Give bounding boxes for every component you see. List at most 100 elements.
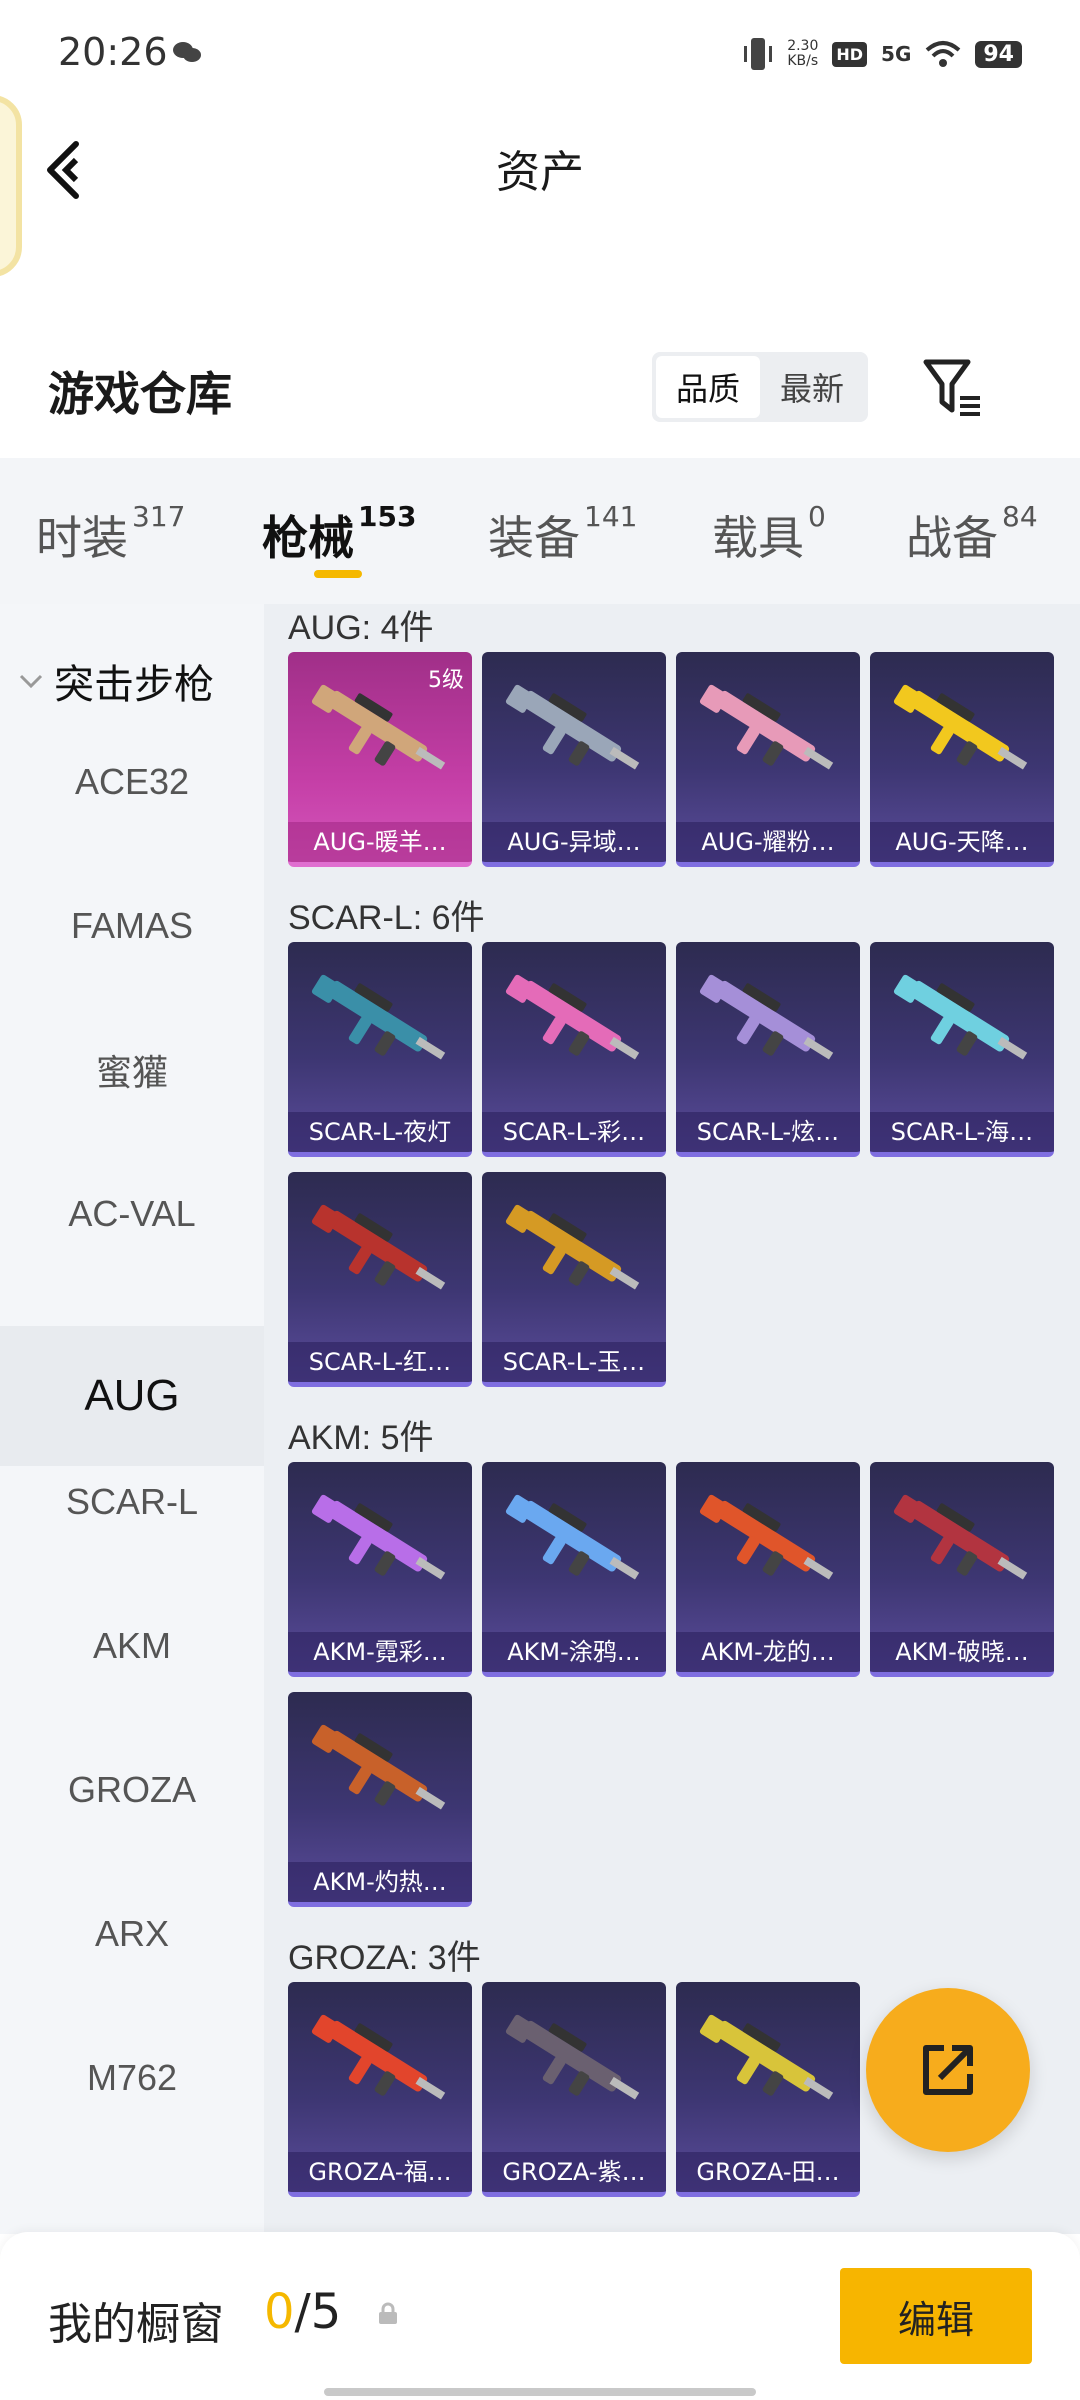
sidebar-item-akm[interactable]: AKM — [0, 1574, 264, 1718]
category-tabs: 时装 317 枪械 153 装备 141 载具 0 战备 84 — [0, 458, 1080, 604]
weapon-image — [699, 1494, 834, 1580]
sidebar-item-famas[interactable]: FAMAS — [0, 854, 264, 998]
wechat-icon — [173, 42, 201, 62]
weapon-card[interactable]: AUG-异域… — [482, 652, 666, 867]
share-button[interactable] — [866, 1988, 1030, 2152]
section-title: SCAR-L: 6件 — [288, 899, 485, 937]
weapon-name: SCAR-L-海… — [870, 1112, 1054, 1152]
status-icons: 2.30 KB/s HD 5G 94 — [743, 34, 1022, 74]
weapon-image — [505, 2014, 640, 2100]
lock-icon — [379, 2302, 397, 2324]
sort-newest[interactable]: 最新 — [760, 356, 864, 418]
tab-weapons[interactable]: 枪械 153 — [262, 500, 416, 568]
weapon-image — [505, 1204, 640, 1290]
status-bar: 20:26 2.30 KB/s HD 5G 94 — [0, 0, 1080, 110]
weapon-card[interactable]: SCAR-L-彩… — [482, 942, 666, 1157]
chevron-down-icon — [19, 674, 43, 689]
weapon-image — [699, 684, 834, 770]
status-time: 20:26 — [58, 30, 168, 74]
weapon-name: AKM-破晓… — [870, 1632, 1054, 1672]
page-title: 资产 — [496, 147, 584, 198]
weapon-name: SCAR-L-夜灯 — [288, 1112, 472, 1152]
vibrate-icon — [744, 38, 773, 70]
hd-badge: HD — [832, 41, 868, 67]
sidebar-item-m762[interactable]: M762 — [0, 2006, 264, 2150]
weapon-card[interactable]: GROZA-福… — [288, 1982, 472, 2197]
sort-toggle: 品质 最新 — [652, 352, 868, 422]
section-title: GROZA: 3件 — [288, 1939, 481, 1977]
battery-icon: 94 — [975, 40, 1022, 68]
section-title: AUG: 4件 — [288, 609, 434, 647]
weapon-name: AKM-龙的… — [676, 1632, 860, 1672]
showcase-bar: 我的橱窗 0/5 编辑 — [0, 2232, 1080, 2400]
weapon-card[interactable]: AKM-涂鸦… — [482, 1462, 666, 1677]
signal-5g: 5G — [881, 42, 912, 66]
weapon-card[interactable]: AKM-霓彩… — [288, 1462, 472, 1677]
weapon-name: AUG-暖羊… — [288, 822, 472, 862]
sidebar-item-honey-badger[interactable]: 蜜獾 — [0, 998, 264, 1142]
sort-quality[interactable]: 品质 — [656, 356, 760, 418]
weapon-card[interactable]: SCAR-L-夜灯 — [288, 942, 472, 1157]
tab-fashion[interactable]: 时装 317 — [36, 500, 185, 568]
weapon-card[interactable]: 5级 AUG-暖羊… — [288, 652, 472, 867]
weapon-name: SCAR-L-红… — [288, 1342, 472, 1382]
level-badge: 5级 — [428, 668, 464, 693]
weapon-image — [311, 1494, 446, 1580]
weapon-name: SCAR-L-炫… — [676, 1112, 860, 1152]
weapon-card[interactable]: SCAR-L-炫… — [676, 942, 860, 1157]
sidebar-item-ace32[interactable]: ACE32 — [0, 710, 264, 854]
weapon-card[interactable]: AKM-破晓… — [870, 1462, 1054, 1677]
weapon-image — [505, 1494, 640, 1580]
weapon-name: AUG-异域… — [482, 822, 666, 862]
edit-button[interactable]: 编辑 — [840, 2268, 1032, 2364]
weapon-name: GROZA-紫… — [482, 2152, 666, 2192]
sidebar-item-arx[interactable]: ARX — [0, 1862, 264, 2006]
weapon-image — [893, 1494, 1028, 1580]
weapon-name: AUG-耀粉… — [676, 822, 860, 862]
weapon-card[interactable]: SCAR-L-海… — [870, 942, 1054, 1157]
weapon-name: AKM-霓彩… — [288, 1632, 472, 1672]
weapon-name: AKM-涂鸦… — [482, 1632, 666, 1672]
sidebar-item-scar-l[interactable]: SCAR-L — [0, 1430, 264, 1574]
tab-equipment[interactable]: 装备 141 — [488, 500, 637, 568]
weapon-name: GROZA-田… — [676, 2152, 860, 2192]
sidebar-item-ac-val[interactable]: AC-VAL — [0, 1142, 264, 1286]
warehouse-title: 游戏仓库 — [48, 367, 232, 421]
tab-underline — [314, 570, 362, 578]
weapon-image — [699, 974, 834, 1060]
weapon-card[interactable]: SCAR-L-玉… — [482, 1172, 666, 1387]
weapon-image — [311, 1204, 446, 1290]
weapon-name: AUG-天降… — [870, 822, 1054, 862]
weapon-image — [893, 974, 1028, 1060]
wifi-icon — [926, 41, 961, 67]
weapon-image — [893, 684, 1028, 770]
weapon-name: GROZA-福… — [288, 2152, 472, 2192]
share-icon — [923, 2045, 973, 2095]
weapon-name: SCAR-L-玉… — [482, 1342, 666, 1382]
weapon-name: AKM-灼热… — [288, 1862, 472, 1902]
weapon-card[interactable]: AUG-耀粉… — [676, 652, 860, 867]
weapon-image — [505, 684, 640, 770]
weapon-image — [699, 2014, 834, 2100]
weapon-image — [311, 974, 446, 1060]
weapon-card[interactable]: SCAR-L-红… — [288, 1172, 472, 1387]
sidebar-group-assault-rifles[interactable]: 突击步枪 — [18, 652, 214, 710]
weapon-card[interactable]: AUG-天降… — [870, 652, 1054, 867]
weapon-image — [311, 2014, 446, 2100]
weapon-card[interactable]: GROZA-田… — [676, 1982, 860, 2197]
filter-icon[interactable] — [918, 352, 988, 422]
weapon-name: SCAR-L-彩… — [482, 1112, 666, 1152]
showcase-count: 0/5 — [264, 2284, 342, 2340]
sidebar: 突击步枪 ACE32 FAMAS 蜜獾 AC-VAL AUG SCAR-L AK… — [0, 604, 264, 2234]
net-speed: 2.30 KB/s — [787, 38, 819, 69]
sidebar-item-groza[interactable]: GROZA — [0, 1718, 264, 1862]
weapon-image — [505, 974, 640, 1060]
weapon-image — [311, 1724, 446, 1810]
weapon-card[interactable]: GROZA-紫… — [482, 1982, 666, 2197]
home-indicator — [324, 2388, 756, 2396]
weapon-card[interactable]: AKM-龙的… — [676, 1462, 860, 1677]
section-title: AKM: 5件 — [288, 1419, 434, 1457]
tab-vehicles[interactable]: 载具 0 — [712, 500, 826, 568]
weapon-card[interactable]: AKM-灼热… — [288, 1692, 472, 1907]
tab-supplies[interactable]: 战备 84 — [906, 500, 1038, 568]
